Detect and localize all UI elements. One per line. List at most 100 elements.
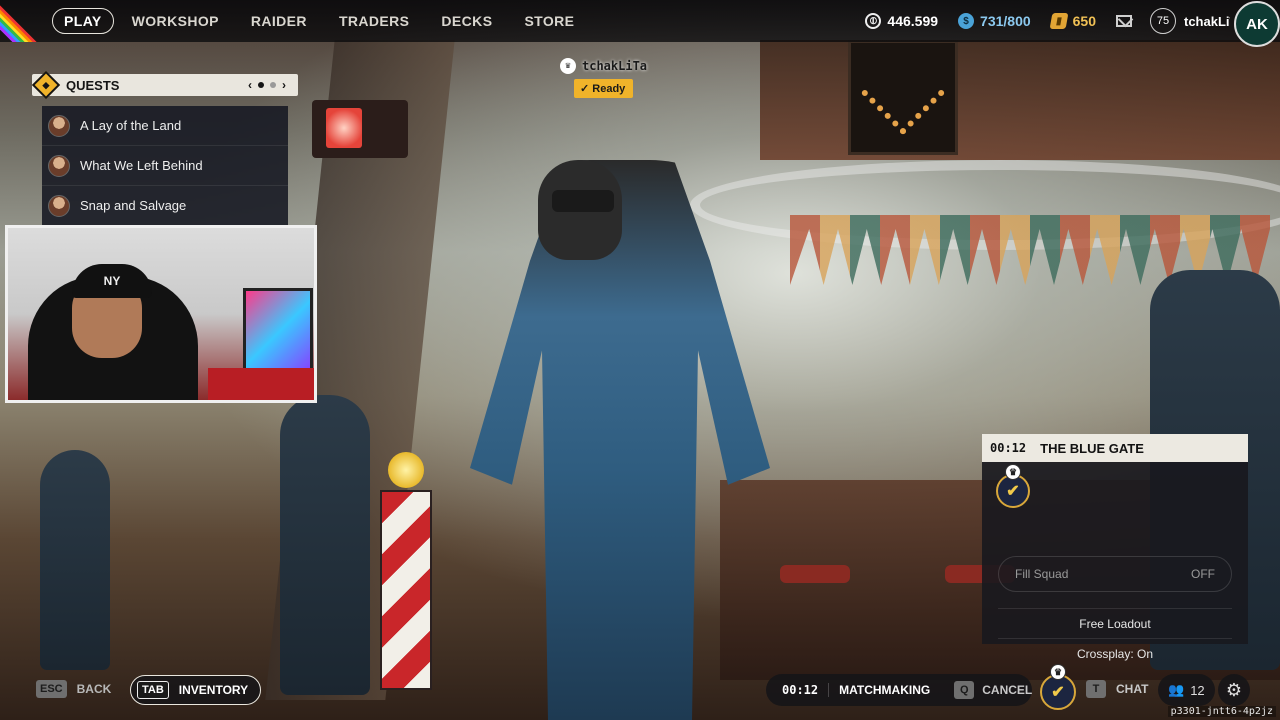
friends-button[interactable]: 👥 12 <box>1158 674 1215 706</box>
mail-icon[interactable] <box>1116 15 1132 27</box>
pager-next-icon[interactable]: › <box>282 78 286 92</box>
gold-value: 650 <box>1072 13 1096 29</box>
player-nameplate: ♛ tchakLiTa ✓ Ready <box>560 58 647 98</box>
queue-timer: 00:12 <box>990 441 1027 455</box>
player-rank-badge[interactable]: ♛ ✔ <box>1040 664 1076 710</box>
squad-member-badge[interactable]: ♛ ✔ <box>996 464 1030 508</box>
arrow-sign <box>848 40 958 155</box>
friends-icon: 👥 <box>1168 682 1185 697</box>
nav-raider[interactable]: RAIDER <box>237 8 321 34</box>
cancel-label: CANCEL <box>982 683 1033 697</box>
crown-icon: ♛ <box>1050 664 1066 680</box>
quests-title: QUESTS <box>66 77 120 93</box>
crown-icon: ♛ <box>1005 464 1021 480</box>
webcam-overlay: NY <box>5 225 317 403</box>
back-button[interactable]: ESC BACK <box>36 680 111 698</box>
squad-panel-body: ♛ ✔ Fill Squad OFF Free Loadout Crosspla… <box>982 462 1248 661</box>
player-name-row: ♛ tchakLiTa <box>560 58 647 74</box>
chat-label: CHAT <box>1116 682 1149 696</box>
quest-list: A Lay of the Land What We Left Behind Sn… <box>42 106 288 226</box>
striped-barrier <box>380 490 432 690</box>
nav-workshop[interactable]: WORKSHOP <box>118 8 233 34</box>
friends-count: 12 <box>1190 682 1205 698</box>
profile-username[interactable]: tchakLiTa <box>1184 14 1230 29</box>
quest-item[interactable]: A Lay of the Land <box>42 106 288 146</box>
ready-label: Ready <box>592 83 626 95</box>
crossplay-option[interactable]: Crossplay: On <box>998 638 1232 661</box>
inventory-button[interactable]: TAB INVENTORY <box>130 675 262 705</box>
pager-prev-icon[interactable]: ‹ <box>248 78 252 92</box>
ready-badge: ✓ Ready <box>574 79 634 98</box>
free-loadout-option[interactable]: Free Loadout <box>998 608 1232 631</box>
quest-item[interactable]: What We Left Behind <box>42 146 288 186</box>
channel-logo: AK <box>1234 1 1280 47</box>
esc-key-hint: ESC <box>36 680 67 698</box>
gaming-pc-rgb <box>243 288 313 378</box>
nav-store[interactable]: STORE <box>510 8 588 34</box>
nav-decks[interactable]: DECKS <box>427 8 506 34</box>
back-label: BACK <box>76 682 112 696</box>
raider-visor <box>552 190 614 212</box>
quest-diamond-icon: ◆ <box>31 70 61 100</box>
quest-giver-avatar <box>48 114 70 137</box>
quest-title: Snap and Salvage <box>80 198 187 213</box>
fill-squad-label: Fill Squad <box>1015 567 1069 581</box>
map-name: THE BLUE GATE <box>1040 440 1144 456</box>
matchmaking-bar: 00:12 MATCHMAKING Q CANCEL <box>766 674 1032 706</box>
cancel-button[interactable]: Q CANCEL <box>954 681 1032 699</box>
coins-value: 446.599 <box>887 13 939 29</box>
pager-dot[interactable] <box>258 82 264 88</box>
bottom-bar: ESC BACK TAB INVENTORY 00:12 MATCHMAKING… <box>0 664 1280 720</box>
bar-currency-balance[interactable]: $ 731/800 <box>958 13 1031 29</box>
check-rank-icon: ✔ <box>1006 483 1020 500</box>
bar-currency-icon: $ <box>958 13 975 29</box>
chat-button[interactable]: T CHAT <box>1086 680 1148 698</box>
tab-key-hint: TAB <box>137 681 169 699</box>
player-name: tchakLiTa <box>582 59 648 73</box>
rainbow-stripe-decoration <box>0 0 46 42</box>
inventory-label: INVENTORY <box>178 683 249 697</box>
t-key-hint: T <box>1086 680 1106 698</box>
player-level-badge[interactable]: 75 <box>1150 8 1176 34</box>
quest-title: What We Left Behind <box>80 158 203 173</box>
channel-logo-text: AK <box>1246 15 1268 33</box>
quest-title: A Lay of the Land <box>80 118 182 133</box>
currency-area: ⦶ 446.599 $ 731/800 ▮ 650 75 tchakLiTa A… <box>865 0 1280 47</box>
gold-currency-icon: ▮ <box>1049 13 1069 29</box>
bar-currency-value: 731/800 <box>980 13 1031 29</box>
fill-squad-toggle[interactable]: Fill Squad OFF <box>998 556 1232 592</box>
check-rank-icon: ✔ <box>1051 684 1065 701</box>
top-navigation-bar: PLAY WORKSHOP RAIDER TRADERS DECKS STORE… <box>0 0 1280 47</box>
workshop-roof <box>760 40 1280 160</box>
quest-giver-avatar <box>48 154 70 177</box>
streamer-cap: NY <box>72 264 152 298</box>
pager-dot[interactable] <box>270 82 276 88</box>
quests-header: ◆ QUESTS ‹ › <box>31 70 298 100</box>
matchmaking-status: MATCHMAKING <box>839 683 931 697</box>
npc-figure <box>280 395 370 695</box>
matchmaking-timer: 00:12 <box>782 683 830 697</box>
yellow-lamp <box>388 452 424 488</box>
squad-panel-header: 00:12 THE BLUE GATE <box>982 434 1248 462</box>
squad-panel: 00:12 THE BLUE GATE ♛ ✔ Fill Squad OFF F… <box>982 434 1248 661</box>
nav-play[interactable]: PLAY <box>52 8 114 34</box>
q-key-hint: Q <box>954 681 975 699</box>
gold-balance[interactable]: ▮ 650 <box>1049 13 1096 29</box>
crown-icon: ♛ <box>560 58 576 74</box>
check-icon: ✓ <box>580 83 593 95</box>
coins-balance[interactable]: ⦶ 446.599 <box>865 13 938 29</box>
fill-squad-value: OFF <box>1191 567 1215 581</box>
cap-logo: NY <box>103 274 121 288</box>
main-nav: PLAY WORKSHOP RAIDER TRADERS DECKS STORE <box>52 8 592 34</box>
bar-stool <box>780 565 850 583</box>
quest-item[interactable]: Snap and Salvage <box>42 186 288 226</box>
session-id: p3301-jntt6-4p2jz <box>1167 706 1276 717</box>
warning-light <box>312 100 408 158</box>
quest-giver-avatar <box>48 194 70 217</box>
coin-icon: ⦶ <box>865 13 882 29</box>
nav-traders[interactable]: TRADERS <box>325 8 423 34</box>
settings-gear-icon[interactable]: ⚙ <box>1218 674 1250 706</box>
npc-figure <box>40 450 110 670</box>
red-desk <box>208 368 314 400</box>
quests-panel: ◆ QUESTS ‹ › A Lay of the Land What We L… <box>31 70 298 226</box>
